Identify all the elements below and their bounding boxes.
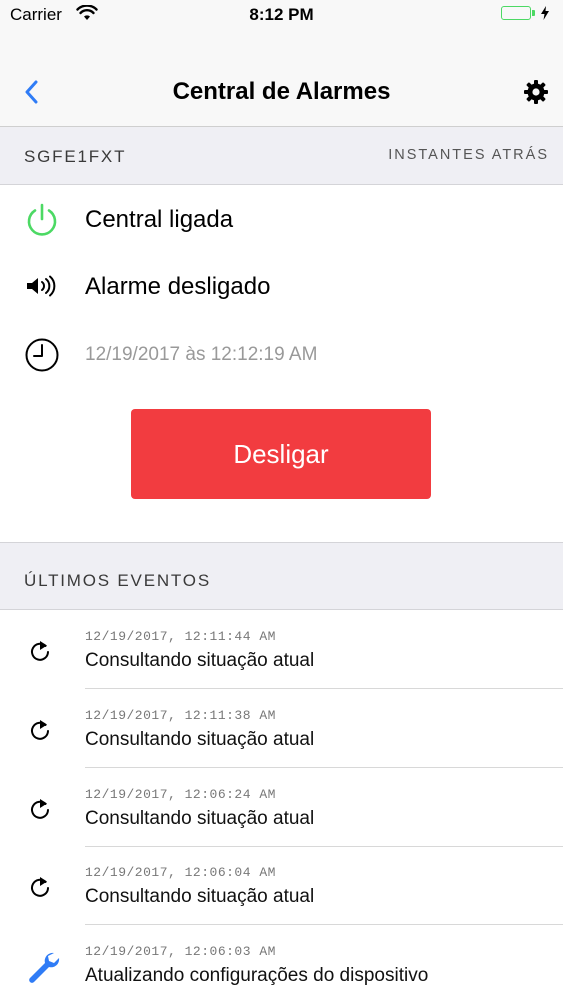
event-item[interactable]: 12/19/2017, 12:06:24 AM Consultando situ… [0, 769, 563, 847]
event-time: 12/19/2017, 12:11:38 AM [85, 708, 276, 723]
event-description: Consultando situação atual [85, 886, 315, 907]
navigation-bar: Central de Alarmes [0, 30, 563, 127]
events-header-label: ÚLTIMOS EVENTOS [24, 571, 211, 590]
event-description: Atualizando configurações do dispositivo [85, 965, 429, 986]
event-time: 12/19/2017, 12:06:04 AM [85, 865, 276, 880]
divider [85, 924, 563, 925]
event-description: Consultando situação atual [85, 729, 315, 750]
status-bar: Carrier 8:12 PM [0, 0, 563, 30]
divider [85, 767, 563, 768]
charging-icon [541, 6, 549, 20]
turn-off-button[interactable]: Desligar [131, 409, 431, 499]
clock-icon [24, 337, 60, 378]
speaker-icon [24, 275, 58, 302]
device-id: SGFE1FXT [24, 147, 127, 166]
events-header: ÚLTIMOS EVENTOS [0, 542, 563, 610]
clock: 8:12 PM [249, 5, 314, 24]
refresh-icon [28, 718, 52, 747]
divider [85, 688, 563, 689]
event-item[interactable]: 12/19/2017, 12:06:04 AM Consultando situ… [0, 847, 563, 925]
gear-icon [524, 80, 548, 104]
power-status-row: Central ligada [0, 190, 563, 250]
timestamp-row: 12/19/2017 às 12:12:19 AM [0, 324, 563, 384]
event-time: 12/19/2017, 12:06:24 AM [85, 787, 276, 802]
power-icon [24, 202, 60, 243]
battery-icon [501, 6, 549, 20]
alarm-status-label: Alarme desligado [85, 273, 271, 300]
device-header: SGFE1FXT INSTANTES ATRÁS [0, 127, 563, 185]
settings-button[interactable] [523, 79, 549, 110]
power-status-label: Central ligada [85, 206, 234, 233]
event-item[interactable]: 12/19/2017, 12:11:44 AM Consultando situ… [0, 611, 563, 689]
event-item[interactable]: 12/19/2017, 12:06:03 AM Atualizando conf… [0, 926, 563, 1004]
alarm-status-row: Alarme desligado [0, 257, 563, 317]
event-description: Consultando situação atual [85, 650, 315, 671]
page-title: Central de Alarmes [172, 78, 391, 105]
status-timestamp: 12/19/2017 às 12:12:19 AM [85, 344, 318, 365]
event-time: 12/19/2017, 12:06:03 AM [85, 944, 276, 959]
refresh-icon [28, 639, 52, 668]
event-time: 12/19/2017, 12:11:44 AM [85, 629, 276, 644]
event-item[interactable]: 12/19/2017, 12:11:38 AM Consultando situ… [0, 690, 563, 768]
wrench-icon [26, 950, 60, 989]
last-update: INSTANTES ATRÁS [388, 147, 549, 163]
refresh-icon [28, 875, 52, 904]
refresh-icon [28, 797, 52, 826]
event-description: Consultando situação atual [85, 808, 315, 829]
